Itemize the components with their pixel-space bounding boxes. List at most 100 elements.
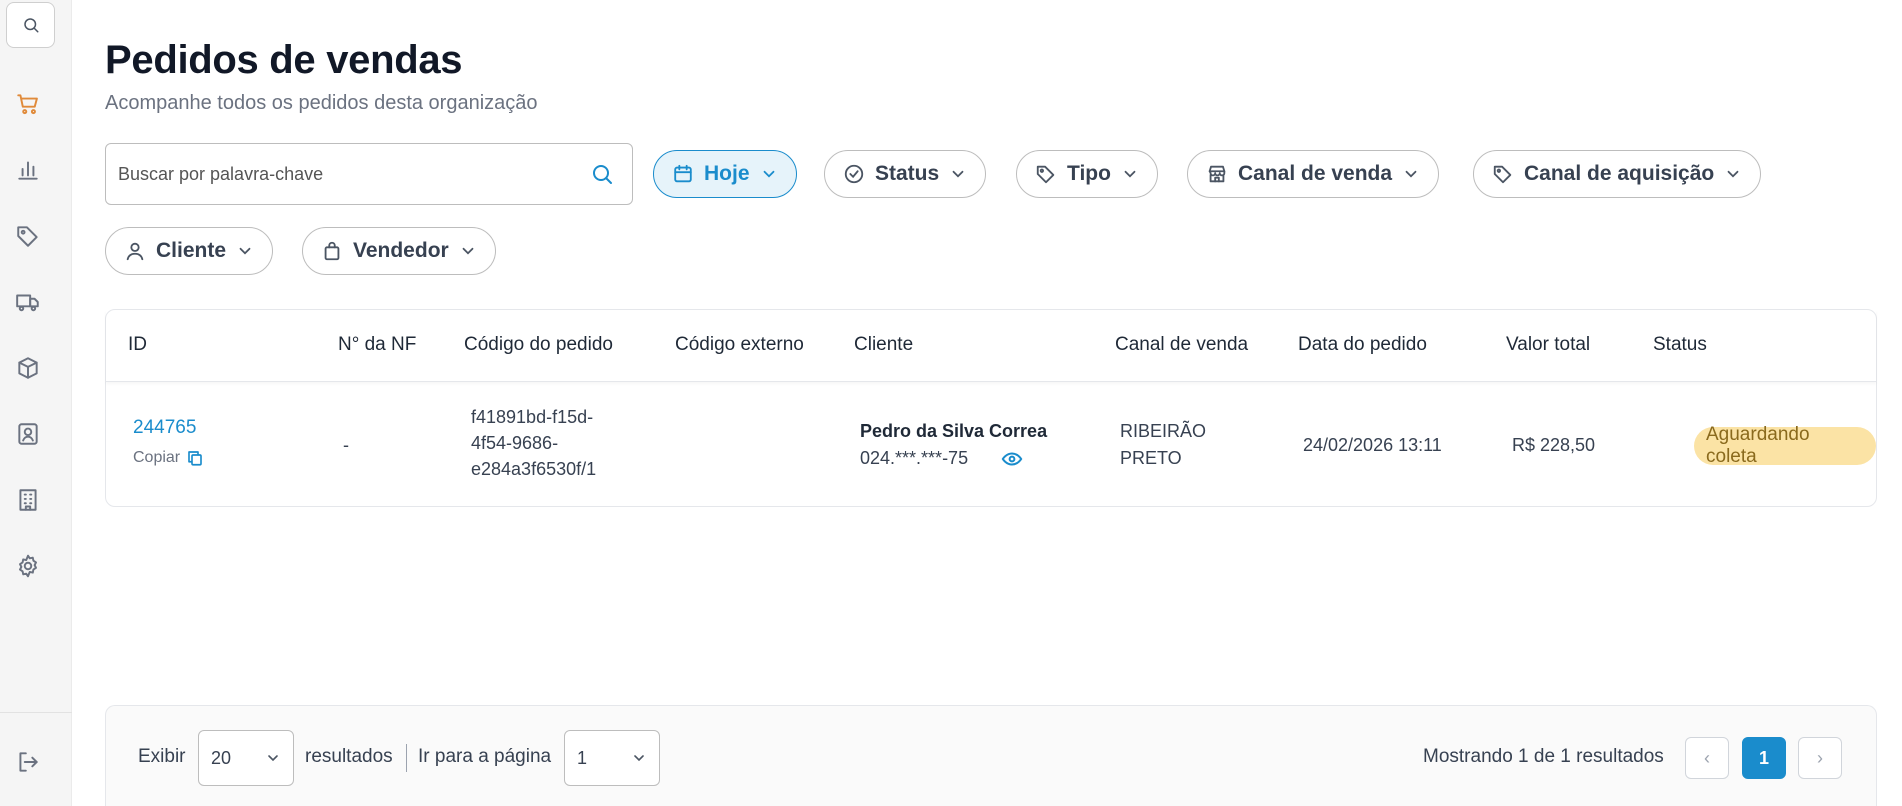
nf-number: - (343, 435, 349, 455)
separator (406, 744, 407, 772)
chevron-down-icon (1124, 170, 1136, 178)
previous-page-button[interactable]: ‹ (1685, 737, 1729, 779)
filter-client-label: Cliente (156, 239, 227, 262)
filter-status-label: Status (875, 162, 940, 185)
filter-acquisition-channel-label: Canal de aquisição (1524, 162, 1715, 185)
tag-icon (1493, 165, 1512, 184)
gear-icon (19, 554, 37, 578)
page-1-button[interactable]: 1 (1742, 737, 1786, 779)
eye-icon (1001, 452, 1023, 466)
filter-status[interactable]: Status (824, 150, 987, 198)
sidebar-item-company[interactable] (12, 484, 44, 516)
sidebar-item-logout[interactable] (12, 746, 44, 778)
sidebar-item-products[interactable] (12, 220, 44, 252)
copy-label: Copiar (133, 449, 181, 466)
next-page-button[interactable]: › (1798, 737, 1842, 779)
goto-page-value: 1 (577, 747, 588, 768)
chevron-down-icon (1405, 170, 1417, 178)
copy-id-button[interactable]: Copiar (133, 445, 204, 471)
results-label: resultados (305, 746, 393, 767)
cart-icon (17, 94, 38, 115)
results-summary: Mostrando 1 de 1 resultados (1423, 746, 1664, 767)
column-header-client[interactable]: Cliente (854, 334, 913, 356)
order-date: 24/02/2026 13:11 (1303, 435, 1442, 455)
chevron-down-icon (268, 755, 278, 762)
order-id-link[interactable]: 244765 (133, 415, 196, 441)
page-subtitle: Acompanhe todos os pedidos desta organiz… (105, 92, 538, 114)
chevron-down-icon (462, 247, 474, 255)
column-header-nf[interactable]: N° da NF (338, 334, 416, 356)
order-code-line-3: e284a3f6530f/1 (471, 459, 597, 479)
sidebar-item-orders[interactable] (12, 88, 44, 120)
per-page-value: 20 (211, 747, 232, 768)
column-header-total[interactable]: Valor total (1506, 334, 1590, 356)
sidebar-item-reports[interactable] (12, 154, 44, 186)
user-icon (126, 242, 144, 261)
search-icon[interactable] (590, 162, 614, 191)
orders-table: ID N° da NF Código do pedido Código exte… (105, 309, 1877, 507)
sales-channel-line-1: RIBEIRÃO (1120, 421, 1207, 441)
filter-seller[interactable]: Vendedor (302, 227, 496, 275)
per-page-select[interactable]: 20 (198, 730, 294, 786)
chevron-down-icon (1727, 170, 1739, 178)
column-header-id[interactable]: ID (128, 334, 147, 356)
status-badge: Aguardando coleta (1694, 424, 1876, 467)
chevron-down-icon (634, 755, 644, 762)
main-content: Pedidos de vendas Acompanhe todos os ped… (72, 0, 1902, 806)
filter-acquisition-channel[interactable]: Canal de aquisição (1473, 150, 1762, 198)
search-input[interactable] (118, 144, 558, 204)
order-code-line-2: 4f54-9686- (471, 433, 559, 453)
sidebar-divider (0, 712, 72, 713)
search-icon (23, 18, 38, 33)
tag-icon (17, 226, 38, 247)
client-document: 024.***.***-75 (860, 448, 969, 468)
bag-icon (324, 241, 340, 261)
filter-date[interactable]: Hoje (653, 150, 797, 198)
building-icon (19, 489, 37, 511)
chevron-down-icon (763, 170, 774, 178)
sidebar-item-contacts[interactable] (12, 418, 44, 450)
calendar-icon (674, 164, 692, 183)
copy-icon (188, 451, 202, 466)
column-header-external-code[interactable]: Código externo (675, 334, 804, 356)
pagination-bar: Exibir 20 resultados Ir para a página 1 … (105, 705, 1877, 806)
filter-sales-channel-label: Canal de venda (1238, 162, 1393, 185)
filter-type-label: Tipo (1067, 162, 1111, 185)
filter-type[interactable]: Tipo (1016, 150, 1158, 198)
contact-icon (18, 423, 38, 445)
reveal-document-button[interactable] (1001, 448, 1023, 475)
per-page-label: Exibir (138, 746, 186, 767)
order-code-line-1: f41891bd-f15d- (471, 407, 594, 427)
check-circle-icon (844, 164, 864, 184)
bar-chart-icon (18, 161, 38, 180)
page-title: Pedidos de vendas (105, 38, 463, 82)
search-box (105, 143, 633, 205)
sidebar-item-shipping[interactable] (12, 286, 44, 318)
column-header-order-date[interactable]: Data do pedido (1298, 334, 1427, 356)
tag-icon (1036, 165, 1055, 184)
client-name: Pedro da Silva Correa (860, 421, 1048, 441)
chevron-down-icon (952, 170, 964, 178)
sidebar-search-button[interactable] (6, 2, 55, 48)
filter-date-label: Hoje (704, 162, 750, 185)
filter-seller-label: Vendedor (353, 239, 449, 262)
sidebar (0, 0, 72, 806)
store-icon (1208, 165, 1226, 183)
goto-page-select[interactable]: 1 (564, 730, 660, 786)
truck-icon (16, 294, 39, 312)
filter-sales-channel[interactable]: Canal de venda (1187, 150, 1440, 198)
sales-channel-line-2: PRETO (1120, 448, 1182, 468)
table-header: ID N° da NF Código do pedido Código exte… (106, 310, 1876, 382)
order-total: R$ 228,50 (1512, 435, 1596, 455)
sidebar-item-inventory[interactable] (12, 352, 44, 384)
column-header-order-code[interactable]: Código do pedido (464, 334, 613, 356)
filter-client[interactable]: Cliente (105, 227, 274, 275)
logout-icon (19, 752, 38, 772)
box-icon (18, 357, 38, 379)
column-header-status[interactable]: Status (1653, 334, 1707, 356)
column-header-sales-channel[interactable]: Canal de venda (1115, 334, 1248, 356)
goto-page-label: Ir para a página (418, 746, 552, 767)
app: Pedidos de vendas Acompanhe todos os ped… (0, 0, 1902, 806)
chevron-down-icon (239, 247, 251, 255)
sidebar-item-settings[interactable] (12, 550, 44, 582)
